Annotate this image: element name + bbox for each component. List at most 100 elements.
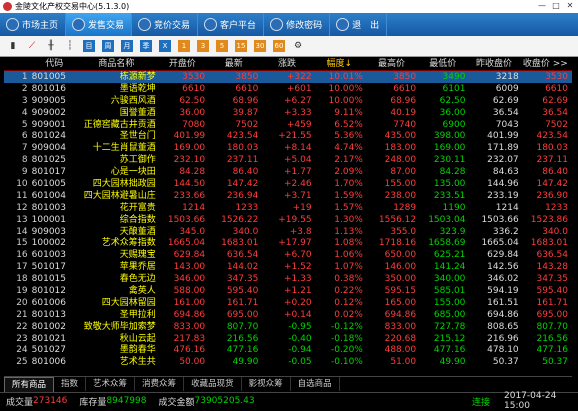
menu-sale-trading[interactable]: 发售交易 bbox=[66, 13, 133, 36]
code-cell: 801003 bbox=[31, 202, 66, 213]
table-row[interactable]: 12 801003 花开富贵 1214 1233 +19 1.57% 1289 1190 1214… bbox=[4, 202, 572, 214]
close-cell: 161.71 bbox=[536, 297, 568, 308]
change-cell: +1.33 bbox=[283, 274, 312, 285]
row-index: 5 bbox=[21, 119, 28, 130]
period-month-button[interactable]: 月 bbox=[121, 40, 133, 52]
candlestick-icon[interactable]: ╫ bbox=[45, 40, 57, 52]
table-row[interactable]: 19 801012 禽英人 588.00 595.40 +1.21 0.22% 595.15 5… bbox=[4, 285, 572, 297]
pct-cell: 0.22% bbox=[334, 286, 363, 297]
maximize-button[interactable]: □ bbox=[550, 1, 562, 11]
menu-exit[interactable]: 退 出 bbox=[330, 13, 388, 36]
period-x-button[interactable]: X bbox=[159, 40, 171, 52]
high-cell: 220.68 bbox=[384, 333, 417, 344]
table-row[interactable]: 9 801017 心是一块田 84.28 86.40 +1.77 2.09% 87.00 84.… bbox=[4, 166, 572, 178]
change-cell: +17.97 bbox=[278, 238, 312, 249]
code-cell: 801015 bbox=[31, 274, 66, 285]
close-button[interactable]: ✕ bbox=[564, 1, 576, 11]
menu-client-platform[interactable]: 客户平台 bbox=[198, 13, 265, 36]
low-cell: 625.21 bbox=[433, 250, 466, 261]
table-row[interactable]: 25 801006 艺术生共 50.00 49.90 -0.05 -0.10% 51.00 49… bbox=[4, 356, 572, 368]
period-60min-button[interactable]: 60 bbox=[273, 40, 285, 52]
menu-change-password[interactable]: 修改密码 bbox=[264, 13, 331, 36]
col-close[interactable]: 收盘价 >> bbox=[523, 58, 572, 70]
period-week-button[interactable]: 周 bbox=[102, 40, 114, 52]
table-row[interactable]: 11 601004 四大园林避暑山庄 233.66 236.94 +3.71 1.59% 23… bbox=[4, 190, 572, 202]
col-prev-close[interactable]: 昨收盘价 bbox=[469, 58, 522, 70]
period-30min-button[interactable]: 30 bbox=[254, 40, 266, 52]
table-row[interactable]: 6 801024 圣世台门 401.99 423.54 +21.55 5.36% 435.00… bbox=[4, 130, 572, 142]
table-row[interactable]: 3 909005 六骏西风酒 62.50 68.96 +6.27 10.00% 68.96 62… bbox=[4, 95, 572, 107]
name-cell: 十二生肖鼠董酒 bbox=[92, 143, 156, 154]
category-tab[interactable]: 消费众筹 bbox=[135, 377, 185, 391]
period-season-button[interactable]: 季 bbox=[140, 40, 152, 52]
code-cell: 801012 bbox=[31, 286, 66, 297]
table-row[interactable]: 22 801002 致敬大师毕加索梦 833.00 807.70 -0.95 -0.12% 8… bbox=[4, 321, 572, 333]
table-row[interactable]: 15 100002 艺术众筹指数 1665.04 1683.01 +17.97 1.08% 1… bbox=[4, 237, 572, 249]
close-cell: 1233 bbox=[545, 202, 568, 213]
stock-label: 库存量 bbox=[79, 397, 107, 408]
category-tab[interactable]: 自选商品 bbox=[291, 377, 340, 391]
change-cell: +1.52 bbox=[283, 262, 312, 273]
table-row[interactable]: 16 601003 天赐瑰宝 629.84 636.54 +6.70 1.06% 650.00… bbox=[4, 249, 572, 261]
settings-gear-icon[interactable]: ⚙ bbox=[292, 40, 304, 52]
amount-label: 成交金额 bbox=[158, 397, 195, 408]
category-tab[interactable]: 收藏品现货 bbox=[184, 377, 242, 391]
col-name[interactable]: 商品名称 bbox=[77, 58, 160, 70]
table-row[interactable]: 1 801005 栋源新梦 3530 3850 +322 10.01% 3850 3490 321… bbox=[4, 71, 572, 83]
table-row[interactable]: 21 801013 圣甲拉利 694.86 695.00 +0.14 0.02% 694.86… bbox=[4, 309, 572, 321]
name-cell: 栋源新梦 bbox=[119, 72, 156, 82]
period-15min-button[interactable]: 15 bbox=[235, 40, 247, 52]
minimize-button[interactable]: — bbox=[536, 1, 548, 11]
table-row[interactable]: 4 909002 国誉董酒 36.00 39.87 +3.33 9.11% 40.19 36.0… bbox=[4, 107, 572, 119]
change-cell: +0.20 bbox=[283, 297, 312, 308]
period-day-button[interactable]: 目 bbox=[83, 40, 95, 52]
period-5min-button[interactable]: 5 bbox=[216, 40, 228, 52]
prev-close-cell: 232.07 bbox=[487, 155, 519, 166]
pct-cell: 1.06% bbox=[334, 250, 363, 261]
connection-status: 连接 bbox=[472, 397, 491, 408]
last-cell: 477.16 bbox=[226, 345, 259, 356]
row-index: 13 bbox=[16, 214, 28, 225]
table-row[interactable]: 17 501017 苹果乔居 143.00 144.02 +1.52 1.07% 146.00… bbox=[4, 261, 572, 273]
table-row[interactable]: 23 801021 秋山云起 217.83 216.56 -0.40 -0.18% 220.6… bbox=[4, 333, 572, 345]
open-cell: 346.00 bbox=[173, 274, 206, 285]
bar-chart-icon[interactable]: ▮ bbox=[7, 40, 19, 52]
name-cell: 致敬大师毕加索梦 bbox=[83, 321, 156, 332]
category-tab[interactable]: 所有商品 bbox=[4, 376, 55, 392]
col-last[interactable]: 最新 bbox=[209, 58, 262, 70]
table-row[interactable]: 10 601005 四大园林拙政园 144.50 147.42 +2.46 1.70% 155… bbox=[4, 178, 572, 190]
category-tab[interactable]: 影视众筹 bbox=[242, 377, 291, 391]
high-cell: 7740 bbox=[393, 119, 417, 130]
menu-bid-trading[interactable]: 竞价交易 bbox=[132, 13, 199, 36]
table-row[interactable]: 20 601006 四大园林留园 161.00 161.71 +0.20 0.12% 165.… bbox=[4, 297, 572, 309]
period-1min-button[interactable]: 1 bbox=[178, 40, 190, 52]
change-cell: -0.40 bbox=[288, 333, 312, 344]
table-row[interactable]: 8 801025 苏工御作 232.10 237.11 +5.04 2.17% 248.00 2… bbox=[4, 154, 572, 166]
table-row[interactable]: 24 501027 墨韵春华 476.16 477.16 -0.94 -0.20% 488.0… bbox=[4, 344, 572, 356]
menu-market-home[interactable]: 市场主页 bbox=[0, 13, 67, 36]
ohlc-icon[interactable]: ┆ bbox=[64, 40, 76, 52]
prev-close-cell: 142.56 bbox=[487, 262, 519, 273]
category-tab[interactable]: 指数 bbox=[54, 377, 87, 391]
col-high[interactable]: 最高价 bbox=[367, 58, 420, 70]
col-pct[interactable]: 幅度↓ bbox=[316, 58, 367, 70]
low-cell: 36.00 bbox=[439, 107, 466, 118]
col-code[interactable]: 代码 bbox=[32, 58, 77, 70]
low-cell: 155.00 bbox=[433, 297, 466, 308]
table-row[interactable]: 18 801015 春色无边 346.00 347.35 +1.33 0.38% 350.00… bbox=[4, 273, 572, 285]
col-open[interactable]: 开盘价 bbox=[160, 58, 209, 70]
prev-close-cell: 3218 bbox=[495, 72, 519, 82]
col-change[interactable]: 涨跌 bbox=[262, 58, 315, 70]
table-row[interactable]: 7 909004 十二生肖鼠董酒 169.00 180.03 +8.14 4.74% 183.… bbox=[4, 142, 572, 154]
category-tab[interactable]: 艺术众筹 bbox=[86, 377, 136, 391]
line-chart-icon[interactable]: ⟋ bbox=[26, 40, 38, 52]
table-row[interactable]: 14 909003 天酿董酒 345.0 340.0 +3.8 1.13% 355.0 323.… bbox=[4, 226, 572, 238]
table-row[interactable]: 5 909001 正德窖藏古井贡酒 7080 7502 +459 6.52% 7740 6900… bbox=[4, 119, 572, 131]
high-cell: 146.00 bbox=[384, 262, 417, 273]
table-row[interactable]: 2 801016 墨语乾坤 6610 6610 +601 10.00% 6610 6101 600… bbox=[4, 83, 572, 95]
code-cell: 801025 bbox=[31, 155, 66, 166]
open-cell: 629.84 bbox=[173, 250, 206, 261]
col-low[interactable]: 最低价 bbox=[420, 58, 469, 70]
table-row[interactable]: 13 100001 综合指数 1503.66 1526.22 +19.55 1.30% 155… bbox=[4, 214, 572, 226]
period-3min-button[interactable]: 3 bbox=[197, 40, 209, 52]
